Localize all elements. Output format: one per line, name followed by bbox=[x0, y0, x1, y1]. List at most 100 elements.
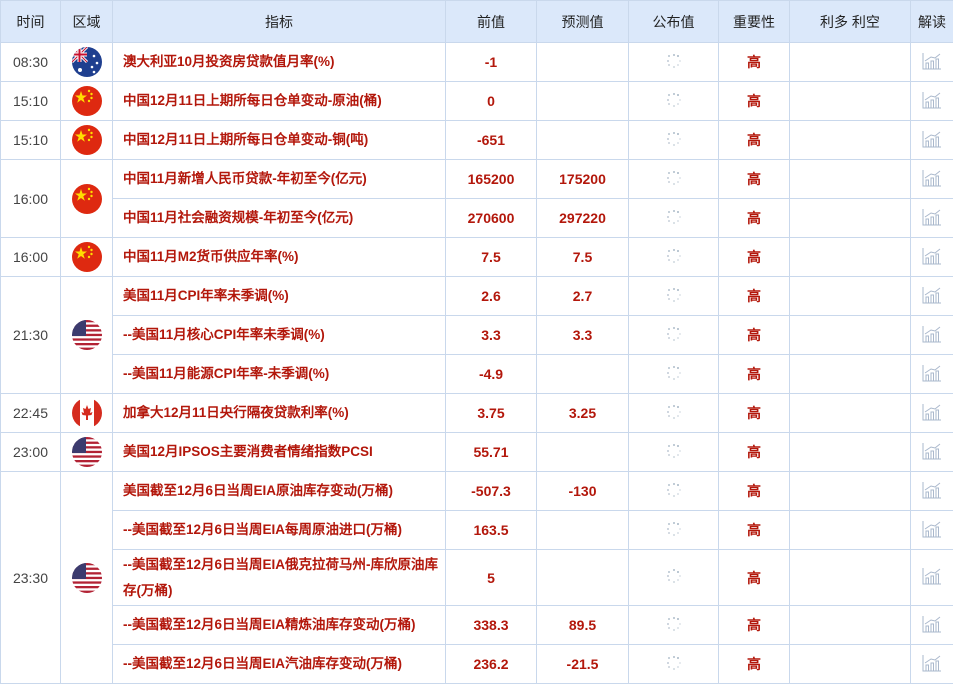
table-row[interactable]: 16:00中国11月M2货币供应年率(%)7.57.5高 bbox=[1, 238, 953, 277]
importance-level: 高 bbox=[719, 433, 790, 472]
analysis-cell[interactable] bbox=[911, 121, 953, 160]
indicator-name[interactable]: 中国12月11日上期所每日仓单变动-原油(桶) bbox=[113, 82, 446, 121]
table-row[interactable]: 21:30美国11月CPI年率未季调(%)2.62.7高 bbox=[1, 277, 953, 316]
table-row[interactable]: --美国11月能源CPI年率-未季调(%)-4.9高 bbox=[1, 355, 953, 394]
impact-cell bbox=[790, 433, 911, 472]
impact-cell bbox=[790, 550, 911, 606]
flag-usa-icon bbox=[72, 437, 102, 467]
flag-usa-icon bbox=[72, 320, 102, 350]
chart-analysis-icon[interactable] bbox=[922, 130, 942, 151]
indicator-name[interactable]: --美国截至12月6日当周EIA汽油库存变动(万桶) bbox=[113, 645, 446, 684]
table-row[interactable]: 08:30澳大利亚10月投资房贷款值月率(%)-1高 bbox=[1, 43, 953, 82]
chart-analysis-icon[interactable] bbox=[922, 481, 942, 502]
previous-value: 3.75 bbox=[446, 394, 537, 433]
table-row[interactable]: 23:30美国截至12月6日当周EIA原油库存变动(万桶)-507.3-130高 bbox=[1, 472, 953, 511]
analysis-cell[interactable] bbox=[911, 606, 953, 645]
analysis-cell[interactable] bbox=[911, 160, 953, 199]
analysis-cell[interactable] bbox=[911, 433, 953, 472]
table-row[interactable]: --美国截至12月6日当周EIA汽油库存变动(万桶)236.2-21.5高 bbox=[1, 645, 953, 684]
table-row[interactable]: --美国截至12月6日当周EIA精炼油库存变动(万桶)338.389.5高 bbox=[1, 606, 953, 645]
indicator-name[interactable]: --美国11月核心CPI年率未季调(%) bbox=[113, 316, 446, 355]
previous-value: 3.3 bbox=[446, 316, 537, 355]
analysis-cell[interactable] bbox=[911, 394, 953, 433]
importance-level: 高 bbox=[719, 645, 790, 684]
table-row[interactable]: 中国11月社会融资规模-年初至今(亿元)270600297220高 bbox=[1, 199, 953, 238]
indicator-name[interactable]: --美国截至12月6日当周EIA精炼油库存变动(万桶) bbox=[113, 606, 446, 645]
analysis-cell[interactable] bbox=[911, 355, 953, 394]
flag-usa-icon bbox=[72, 563, 102, 593]
flag-china-icon bbox=[72, 86, 102, 116]
importance-level: 高 bbox=[719, 472, 790, 511]
impact-cell bbox=[790, 355, 911, 394]
chart-analysis-icon[interactable] bbox=[922, 364, 942, 385]
forecast-value: 7.5 bbox=[537, 238, 629, 277]
analysis-cell[interactable] bbox=[911, 645, 953, 684]
actual-value bbox=[629, 394, 719, 433]
chart-analysis-icon[interactable] bbox=[922, 520, 942, 541]
forecast-value bbox=[537, 433, 629, 472]
indicator-name[interactable]: 中国11月新增人民币贷款-年初至今(亿元) bbox=[113, 160, 446, 199]
chart-analysis-icon[interactable] bbox=[922, 247, 942, 268]
analysis-cell[interactable] bbox=[911, 238, 953, 277]
table-row[interactable]: --美国截至12月6日当周EIA每周原油进口(万桶)163.5高 bbox=[1, 511, 953, 550]
event-time: 15:10 bbox=[1, 82, 61, 121]
indicator-name[interactable]: 中国11月社会融资规模-年初至今(亿元) bbox=[113, 199, 446, 238]
analysis-cell[interactable] bbox=[911, 511, 953, 550]
table-row[interactable]: 15:10中国12月11日上期所每日仓单变动-原油(桶)0高 bbox=[1, 82, 953, 121]
analysis-cell[interactable] bbox=[911, 277, 953, 316]
indicator-name[interactable]: 加拿大12月11日央行隔夜贷款利率(%) bbox=[113, 394, 446, 433]
indicator-name[interactable]: 美国12月IPSOS主要消费者情绪指数PCSI bbox=[113, 433, 446, 472]
chart-analysis-icon[interactable] bbox=[922, 325, 942, 346]
forecast-value: 3.25 bbox=[537, 394, 629, 433]
analysis-cell[interactable] bbox=[911, 43, 953, 82]
indicator-name[interactable]: 中国11月M2货币供应年率(%) bbox=[113, 238, 446, 277]
chart-analysis-icon[interactable] bbox=[922, 442, 942, 463]
header-time: 时间 bbox=[1, 1, 61, 43]
indicator-name[interactable]: --美国11月能源CPI年率-未季调(%) bbox=[113, 355, 446, 394]
previous-value: 55.71 bbox=[446, 433, 537, 472]
forecast-value: -130 bbox=[537, 472, 629, 511]
table-row[interactable]: 15:10中国12月11日上期所每日仓单变动-铜(吨)-651高 bbox=[1, 121, 953, 160]
region-cell bbox=[61, 82, 113, 121]
previous-value: -4.9 bbox=[446, 355, 537, 394]
indicator-name[interactable]: 美国11月CPI年率未季调(%) bbox=[113, 277, 446, 316]
previous-value: 338.3 bbox=[446, 606, 537, 645]
chart-analysis-icon[interactable] bbox=[922, 403, 942, 424]
chart-analysis-icon[interactable] bbox=[922, 654, 942, 675]
chart-analysis-icon[interactable] bbox=[922, 615, 942, 636]
analysis-cell[interactable] bbox=[911, 472, 953, 511]
table-row[interactable]: 23:00美国12月IPSOS主要消费者情绪指数PCSI55.71高 bbox=[1, 433, 953, 472]
indicator-name[interactable]: 美国截至12月6日当周EIA原油库存变动(万桶) bbox=[113, 472, 446, 511]
analysis-cell[interactable] bbox=[911, 199, 953, 238]
table-row[interactable]: 22:45加拿大12月11日央行隔夜贷款利率(%)3.753.25高 bbox=[1, 394, 953, 433]
previous-value: -507.3 bbox=[446, 472, 537, 511]
impact-cell bbox=[790, 511, 911, 550]
impact-cell bbox=[790, 472, 911, 511]
event-time: 16:00 bbox=[1, 238, 61, 277]
loading-spinner-icon bbox=[666, 53, 682, 69]
forecast-value: 175200 bbox=[537, 160, 629, 199]
chart-analysis-icon[interactable] bbox=[922, 169, 942, 190]
indicator-name[interactable]: --美国截至12月6日当周EIA每周原油进口(万桶) bbox=[113, 511, 446, 550]
indicator-name[interactable]: 澳大利亚10月投资房贷款值月率(%) bbox=[113, 43, 446, 82]
table-row[interactable]: 16:00中国11月新增人民币贷款-年初至今(亿元)165200175200高 bbox=[1, 160, 953, 199]
chart-analysis-icon[interactable] bbox=[922, 52, 942, 73]
loading-spinner-icon bbox=[666, 568, 682, 584]
analysis-cell[interactable] bbox=[911, 316, 953, 355]
actual-value bbox=[629, 550, 719, 606]
analysis-cell[interactable] bbox=[911, 82, 953, 121]
chart-analysis-icon[interactable] bbox=[922, 286, 942, 307]
chart-analysis-icon[interactable] bbox=[922, 91, 942, 112]
table-row[interactable]: --美国11月核心CPI年率未季调(%)3.33.3高 bbox=[1, 316, 953, 355]
indicator-name[interactable]: --美国截至12月6日当周EIA俄克拉荷马州-库欣原油库存(万桶) bbox=[113, 550, 446, 606]
chart-analysis-icon[interactable] bbox=[922, 567, 942, 588]
indicator-name[interactable]: 中国12月11日上期所每日仓单变动-铜(吨) bbox=[113, 121, 446, 160]
analysis-cell[interactable] bbox=[911, 550, 953, 606]
chart-analysis-icon[interactable] bbox=[922, 208, 942, 229]
table-row[interactable]: --美国截至12月6日当周EIA俄克拉荷马州-库欣原油库存(万桶)5高 bbox=[1, 550, 953, 606]
actual-value bbox=[629, 199, 719, 238]
region-cell bbox=[61, 433, 113, 472]
header-importance: 重要性 bbox=[719, 1, 790, 43]
loading-spinner-icon bbox=[666, 404, 682, 420]
previous-value: 0 bbox=[446, 82, 537, 121]
